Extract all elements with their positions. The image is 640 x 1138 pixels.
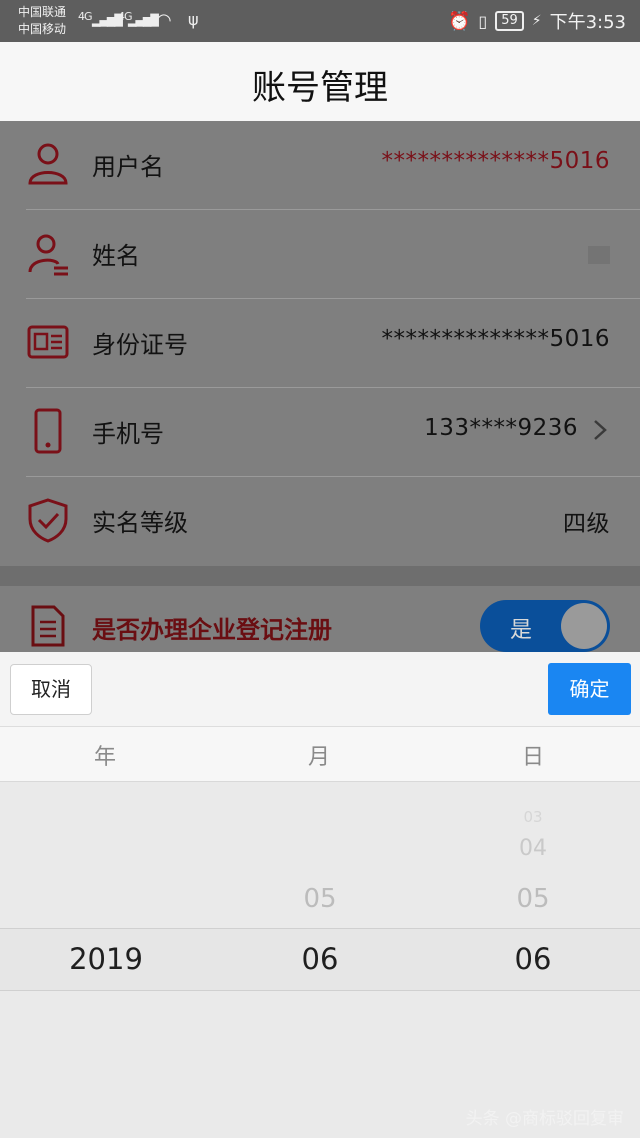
year-selected[interactable]: 2019 xyxy=(46,942,166,976)
row-value: 133****9236 xyxy=(424,415,578,441)
row-username[interactable]: 用户名 **************5016 xyxy=(0,121,640,210)
wifi-icon: ◠ xyxy=(156,10,172,31)
row-value: **************5016 xyxy=(381,148,610,174)
month-option[interactable]: 05 xyxy=(260,884,380,914)
registration-toggle[interactable]: 是 xyxy=(480,600,610,652)
clock: 下午3:53 xyxy=(549,12,626,33)
account-form: 用户名 **************5016 姓名 身份证号 *********… xyxy=(0,121,640,566)
picker-toolbar: 取消 确定 xyxy=(0,652,640,727)
title-bar: 账号管理 xyxy=(0,42,640,121)
battery-icon: 59 xyxy=(495,11,524,31)
row-value: 四级 xyxy=(563,511,610,537)
column-header-year: 年 xyxy=(94,745,117,770)
usb-icon: ψ xyxy=(188,10,199,29)
id-card-icon xyxy=(27,325,69,359)
day-selected[interactable]: 06 xyxy=(473,942,593,976)
month-selected[interactable]: 06 xyxy=(260,942,380,976)
cancel-button[interactable]: 取消 xyxy=(10,664,92,715)
row-label: 姓名 xyxy=(92,242,140,270)
page-title: 账号管理 xyxy=(252,68,388,108)
picker-wheels[interactable]: 2019 05 06 03 04 05 06 xyxy=(0,782,640,1138)
row-verification-level[interactable]: 实名等级 四级 xyxy=(0,477,640,566)
column-header-month: 月 xyxy=(308,745,331,770)
section-gap xyxy=(0,566,640,586)
confirm-button[interactable]: 确定 xyxy=(548,663,631,715)
shield-check-icon xyxy=(28,498,68,543)
carrier-1: 中国联通 xyxy=(18,5,67,19)
row-phone[interactable]: 手机号 133****9236 xyxy=(0,388,640,477)
person-list-icon xyxy=(28,234,68,276)
day-option[interactable]: 05 xyxy=(473,884,593,914)
day-option[interactable]: 03 xyxy=(473,808,593,826)
row-value: **************5016 xyxy=(381,326,610,352)
status-bar: 中国联通 中国移动 4G ▂▄▆█ 4G ▂▄▆█ ◠ ψ ⏰ ▯ 59 ⚡ 下… xyxy=(0,0,640,42)
column-header-day: 日 xyxy=(522,745,545,770)
carrier-2: 中国移动 xyxy=(18,22,67,36)
signal-icon-2: ▂▄▆█ xyxy=(128,14,159,27)
row-label: 身份证号 xyxy=(92,331,188,359)
phone-icon xyxy=(34,408,62,454)
toggle-knob xyxy=(561,603,607,649)
chevron-right-icon[interactable] xyxy=(592,418,608,442)
registration-label: 是否办理企业登记注册 xyxy=(92,616,332,644)
document-icon xyxy=(31,605,65,647)
row-label: 手机号 xyxy=(92,420,164,448)
row-id-number[interactable]: 身份证号 **************5016 xyxy=(0,299,640,388)
row-enterprise-registration: 是否办理企业登记注册 是 xyxy=(0,586,640,652)
toggle-text: 是 xyxy=(510,618,533,643)
alarm-icon: ⏰ xyxy=(447,10,471,32)
network-type-1: 4G xyxy=(78,10,92,23)
vibrate-icon: ▯ xyxy=(478,11,488,31)
picker-column-headers: 年 月 日 xyxy=(0,727,640,782)
user-icon xyxy=(28,143,68,185)
blurred-name xyxy=(588,246,610,264)
date-picker-sheet: 取消 确定 年 月 日 2019 05 06 03 04 05 06 xyxy=(0,652,640,1138)
row-label: 用户名 xyxy=(92,153,164,181)
watermark: 头条 @商标驳回复审 xyxy=(465,1109,624,1129)
row-label: 实名等级 xyxy=(92,509,188,537)
charging-icon: ⚡ xyxy=(531,13,542,29)
row-name[interactable]: 姓名 xyxy=(0,210,640,299)
carrier-names: 中国联通 中国移动 xyxy=(18,4,66,38)
day-option[interactable]: 04 xyxy=(473,836,593,861)
